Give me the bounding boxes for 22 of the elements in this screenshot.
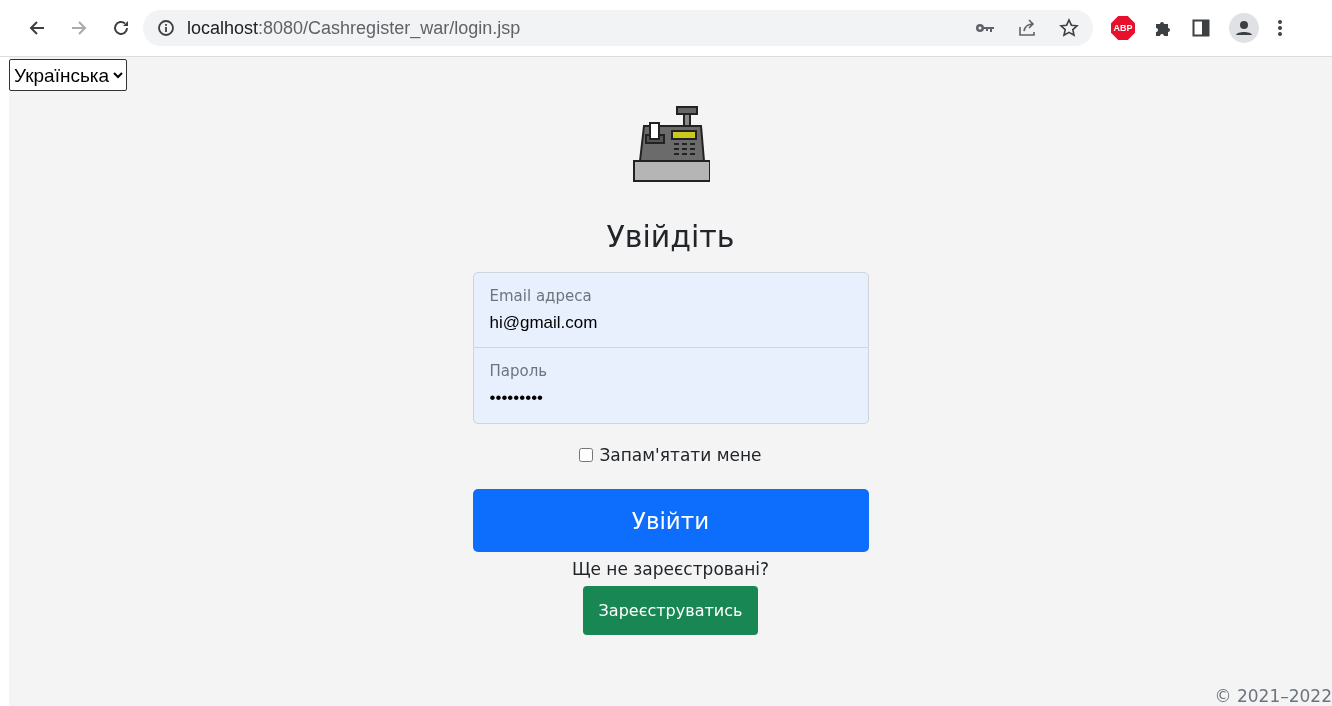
adblock-extension-button[interactable]: ABP [1111, 16, 1135, 40]
language-select[interactable]: Українська [9, 59, 127, 91]
side-panel-icon[interactable] [1191, 18, 1211, 38]
url-text: localhost:8080/Cashregister_war/login.jsp [187, 17, 521, 39]
cash-register-icon [631, 105, 710, 183]
menu-icon[interactable] [1277, 18, 1283, 38]
login-heading: Увійдіть [606, 219, 735, 254]
key-icon[interactable] [975, 22, 995, 34]
remember-label: Запам'ятати мене [599, 445, 762, 465]
copyright-text: © 2021–2022 [1214, 686, 1332, 706]
share-icon[interactable] [1017, 18, 1037, 38]
address-bar[interactable]: localhost:8080/Cashregister_war/login.jsp [143, 10, 1093, 46]
reload-icon[interactable] [111, 18, 131, 38]
remember-checkbox[interactable] [579, 448, 594, 462]
login-button[interactable]: Увійти [472, 489, 869, 552]
input-field[interactable]: Email адреса hi@gmail.com [472, 272, 869, 348]
register-button[interactable]: Зареєструватись [582, 586, 759, 635]
input-field[interactable]: Пароль ••••••••• [472, 348, 869, 424]
star-icon[interactable] [1059, 18, 1079, 38]
profile-icon[interactable] [1229, 13, 1259, 43]
register-prompt: Ще не зареєстровані? [571, 559, 770, 579]
info-icon [157, 19, 175, 37]
